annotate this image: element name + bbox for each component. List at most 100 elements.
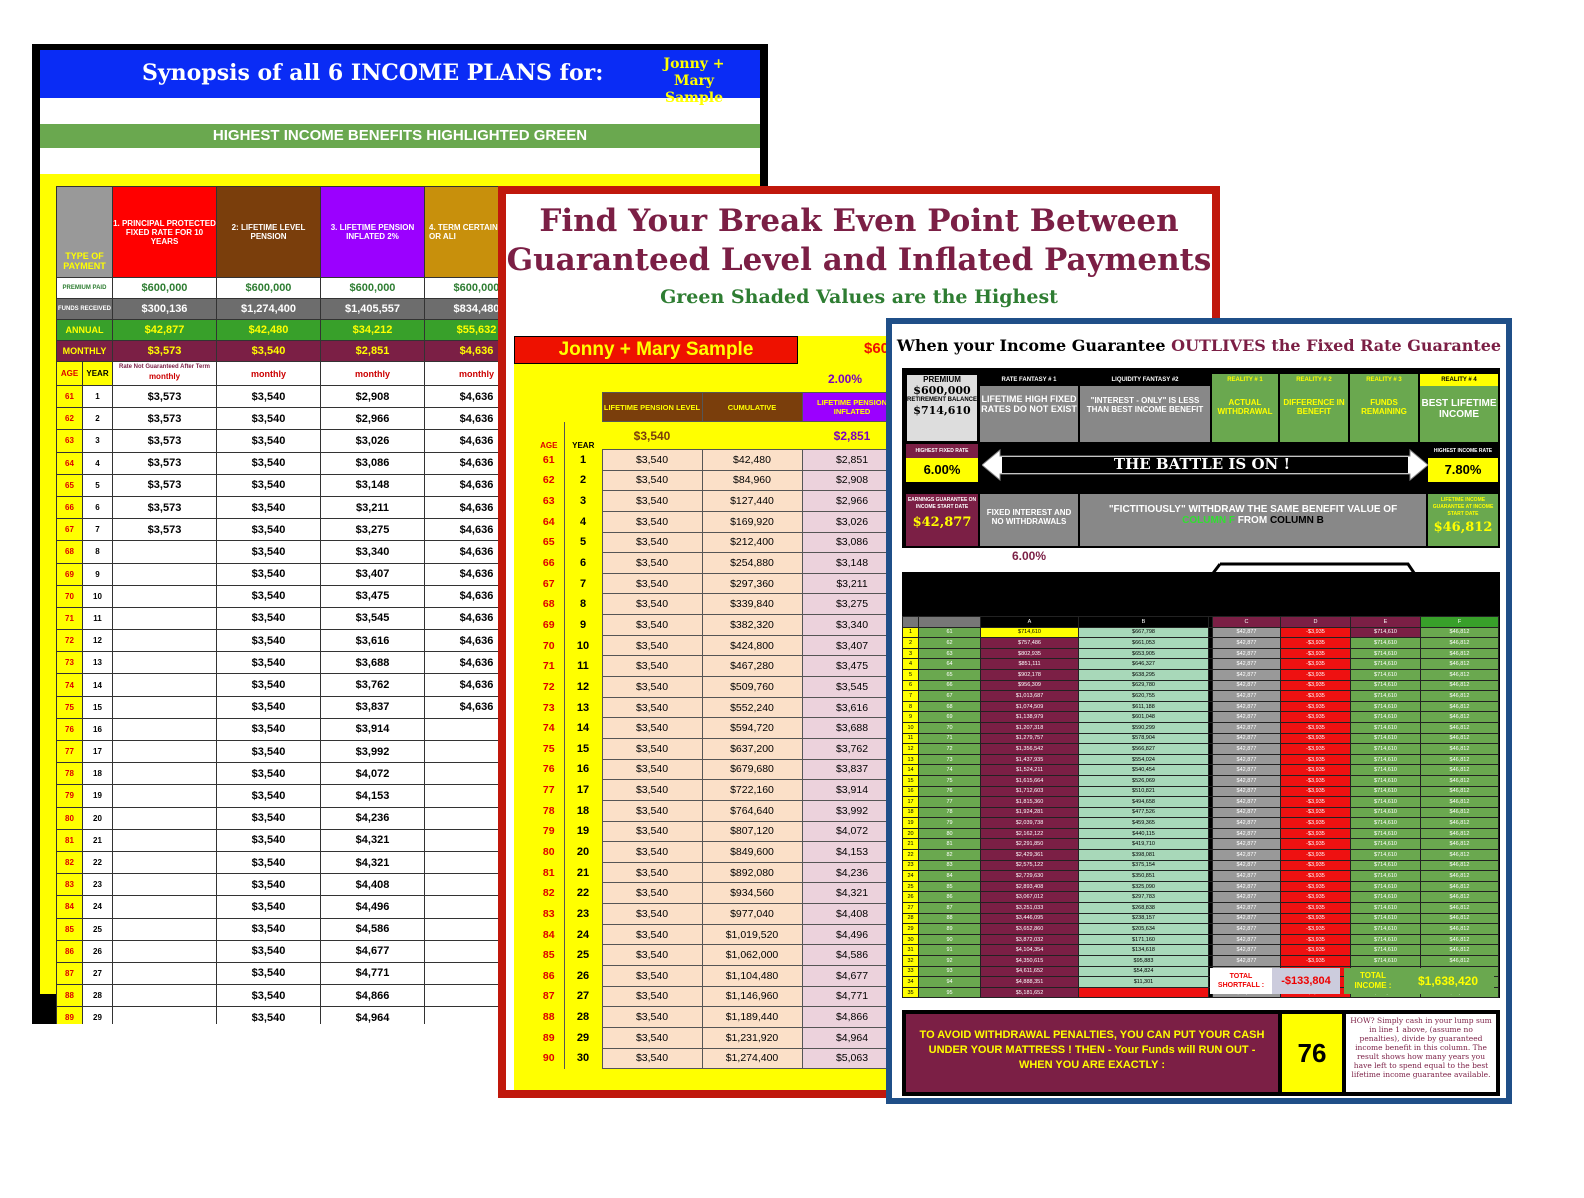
col-e-cell: $714,610 <box>1350 637 1421 649</box>
guarantee-panel: PREMIUM $600,000 RETIREMENT BALANCE $714… <box>902 368 1500 999</box>
plan1-cell <box>112 873 217 897</box>
age-cell: 77 <box>534 779 565 801</box>
col-a-cell: $1,712,603 <box>980 785 1079 798</box>
col-c-cell: $42,877 <box>1212 806 1281 819</box>
year-cell: 13 <box>564 697 602 718</box>
year-cell: 9 <box>82 562 113 586</box>
level-cell: $3,540 <box>601 469 703 492</box>
title-highlight: OUTLIVES the Fixed Rate Guarantee <box>1171 336 1502 355</box>
col-c-cell: $42,877 <box>1212 902 1281 914</box>
highest-income-label: HIGHEST INCOME RATE <box>1428 444 1498 458</box>
run-out-age: 76 <box>1282 1014 1342 1092</box>
client-name: Jonny + Mary Sample <box>514 336 798 364</box>
age-cell: 73 <box>918 753 981 766</box>
col-f-cell: $46,812 <box>1420 668 1499 681</box>
row-number: 10 <box>902 721 919 734</box>
column-letter: A <box>980 616 1079 628</box>
monthly-label: MONTHLY <box>56 340 113 362</box>
cumulative-cell: $42,480 <box>701 449 803 471</box>
level-cell: $3,540 <box>601 882 703 905</box>
col-f-cell: $46,812 <box>1420 785 1499 798</box>
col-d-cell: -$3,935 <box>1280 721 1351 734</box>
level-cell: $3,540 <box>601 676 703 698</box>
plan1-cell <box>112 629 217 653</box>
plan-row: 68 8 $3,540 $3,340 $4,636 <box>56 540 529 564</box>
withdrawal-row: 28 88 $3,446,095 $238,157 $42,877 -$3,935 $714… <box>902 912 1499 925</box>
age-cell: 83 <box>534 903 565 925</box>
col-b-cell: $620,755 <box>1078 690 1209 702</box>
cumulative-cell: $382,320 <box>701 614 803 636</box>
col-a-cell: $2,039,738 <box>980 817 1079 829</box>
plan-row: 63 3 $3,573 $3,540 $3,026 $4,636 <box>56 429 529 453</box>
level-cell: $3,540 <box>601 985 703 1008</box>
plan-row: 83 23 $3,540 $4,408 <box>56 873 529 897</box>
plan-row: 87 27 $3,540 $4,771 <box>56 961 529 986</box>
withdrawal-row: 22 82 $2,429,361 $398,081 $42,877 -$3,935 $714… <box>902 849 1499 861</box>
type-of-payment-label: TYPE OF PAYMENT <box>56 186 113 278</box>
how-text: HOW? Simply cash in your lump sum in lin… <box>1346 1014 1496 1092</box>
break-even-row: 70 10 $3,540 $424,800 $3,407 <box>534 634 903 657</box>
lifetime-label: LIFETIME INCOME GUARANTEE AT INCOME STAR… <box>1432 497 1494 517</box>
col-f-cell: $46,812 <box>1420 859 1499 872</box>
col-e-cell: $714,610 <box>1350 774 1421 787</box>
break-even-row: 73 13 $3,540 $552,240 $3,616 <box>534 696 903 719</box>
col-c-cell: $42,877 <box>1212 891 1281 904</box>
plan1-cell: $3,573 <box>112 451 217 475</box>
col-d-cell: -$3,935 <box>1280 933 1351 946</box>
fict-from: FROM <box>1237 515 1268 526</box>
year-cell: 13 <box>82 651 113 675</box>
monthly-sublabel: monthly <box>216 361 321 386</box>
plan-header: 2: LIFETIME LEVEL PENSION <box>216 186 321 278</box>
row-number: 7 <box>902 690 919 702</box>
level-cell: $3,540 <box>601 449 703 471</box>
col-f-cell: $46,812 <box>1420 753 1499 766</box>
col-a-cell: $1,138,979 <box>980 711 1079 723</box>
plan-row: 64 4 $3,573 $3,540 $3,086 $4,636 <box>56 451 529 475</box>
earnings-box: EARNINGS GUARANTEE ON INCOME START DATE … <box>906 494 978 546</box>
age-cell: 90 <box>918 933 981 946</box>
row-number: 27 <box>902 902 919 914</box>
year-cell: 2 <box>82 407 113 431</box>
synopsis-client-name: Jonny + Mary Sample <box>663 56 725 106</box>
plan1-cell <box>112 806 217 830</box>
plan3-cell: $3,475 <box>320 584 425 608</box>
premium-value: $600,000 <box>216 277 321 299</box>
col-f-cell: $46,812 <box>1420 700 1499 713</box>
lifetime-value: $46,812 <box>1433 520 1493 535</box>
plan-row: 86 26 $3,540 $4,677 <box>56 939 529 963</box>
plan1-cell: $3,573 <box>112 473 217 497</box>
plan1-cell <box>112 984 217 1008</box>
level-cell: $3,540 <box>601 903 703 925</box>
age-cell: 73 <box>56 651 83 675</box>
level-cell: $3,540 <box>601 510 703 533</box>
col-d-cell: -$3,935 <box>1280 891 1351 904</box>
col-e-cell: $714,610 <box>1350 658 1421 670</box>
row-number: 20 <box>902 827 919 840</box>
row-number: 21 <box>902 838 919 851</box>
year-cell: 23 <box>82 873 113 897</box>
row-number: 6 <box>902 679 919 692</box>
year-cell: 18 <box>564 800 602 822</box>
reality-header: REALITY # 3 <box>1350 374 1418 386</box>
col-e-cell: $714,610 <box>1350 679 1421 692</box>
withdrawal-row: 14 74 $1,524,211 $540,454 $42,877 -$3,935 $714… <box>902 764 1499 776</box>
col-f-cell: $46,812 <box>1420 912 1499 925</box>
col-c-cell: $42,877 <box>1212 827 1281 840</box>
age-cell: 88 <box>534 1006 565 1028</box>
cumulative-cell: $977,040 <box>701 903 803 925</box>
plan2-cell: $3,540 <box>216 584 321 608</box>
withdrawal-row: 17 77 $1,815,360 $494,658 $42,877 -$3,935 $714… <box>902 796 1499 808</box>
col-d-cell: -$3,935 <box>1280 806 1351 819</box>
col-d-cell: -$3,935 <box>1280 690 1351 702</box>
col-a-cell: $3,872,032 <box>980 933 1079 946</box>
level-cell: $3,540 <box>601 944 703 967</box>
level-cell: $3,540 <box>601 779 703 801</box>
plan2-cell: $3,540 <box>216 651 321 675</box>
col-b-cell: $350,851 <box>1078 870 1209 882</box>
col-d-cell: -$3,935 <box>1280 859 1351 872</box>
age-header: AGE <box>56 361 83 386</box>
col-f-cell: $46,812 <box>1420 849 1499 861</box>
year-cell: 24 <box>564 924 602 945</box>
cumulative-cell: $84,960 <box>701 469 803 492</box>
withdrawal-row: 6 66 $956,309 $629,780 $42,877 -$3,935 $714,61… <box>902 679 1499 692</box>
